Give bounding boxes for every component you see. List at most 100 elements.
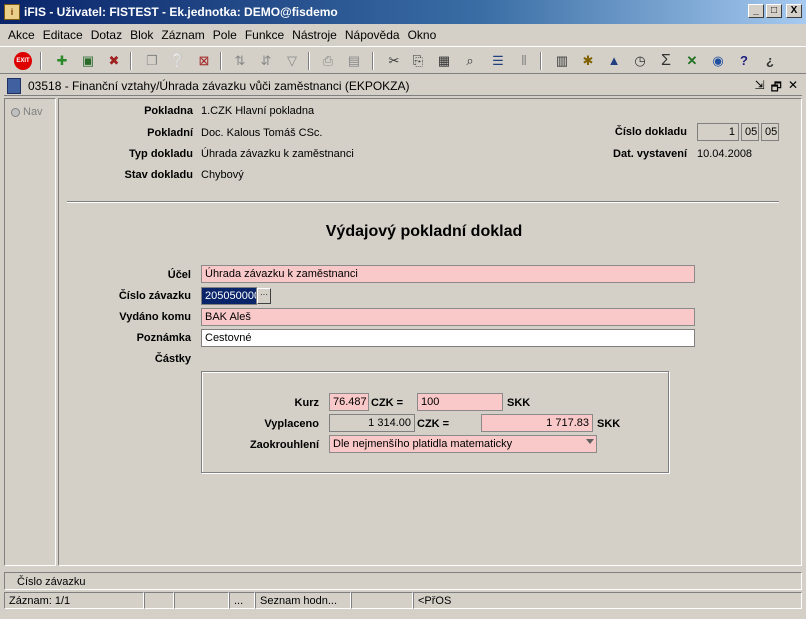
kurz-field[interactable]: 76.487: [329, 393, 369, 411]
toolbar-separator: [372, 52, 374, 70]
clock-icon[interactable]: ◷: [630, 51, 650, 71]
menu-zaznam[interactable]: Záznam: [157, 25, 208, 45]
divider: [67, 201, 779, 203]
form-restore-icon[interactable]: 🗗: [771, 78, 782, 99]
delete-record-icon[interactable]: ✖: [104, 51, 124, 71]
copy-field-icon[interactable]: ⎘: [408, 51, 428, 71]
vydano-komu-field[interactable]: BAK Aleš: [201, 308, 695, 326]
globe-icon[interactable]: ◉: [708, 51, 728, 71]
form-close-icon[interactable]: ✕: [788, 78, 798, 99]
status-dots: ...: [229, 592, 255, 609]
print-icon[interactable]: ⎙: [318, 51, 338, 71]
kurz-label: Kurz: [294, 397, 319, 409]
nav-radio[interactable]: [11, 108, 20, 117]
zaokrouhleni-label: Zaokrouhlení: [249, 439, 319, 451]
sort-asc-icon[interactable]: ⇅: [230, 51, 250, 71]
list-icon[interactable]: ☰: [488, 51, 508, 71]
sum-icon[interactable]: Σ: [656, 51, 676, 71]
sort-desc-icon[interactable]: ⇵: [256, 51, 276, 71]
status-bar: Číslo závazku Záznam: 1/1 ... Seznam hod…: [4, 570, 802, 616]
status-info-row: Záznam: 1/1 ... Seznam hodn... <PřOS: [4, 592, 802, 610]
ucel-field[interactable]: Úhrada závazku k zaměstnanci: [201, 265, 695, 283]
datum-vystaveni-label: Dat. vystavení: [613, 148, 687, 160]
cislo-dokladu-field-3[interactable]: 05: [761, 123, 779, 141]
minimize-button[interactable]: _: [748, 4, 764, 18]
menu-nastroje[interactable]: Nástroje: [288, 25, 341, 45]
datum-vystaveni-value: 10.04.2008: [697, 148, 753, 160]
menu-blok[interactable]: Blok: [126, 25, 157, 45]
menu-editace[interactable]: Editace: [39, 25, 87, 45]
maximize-button[interactable]: □: [766, 4, 782, 18]
cislo-dokladu-field-1[interactable]: 1: [697, 123, 739, 141]
menu-okno[interactable]: Okno: [404, 25, 441, 45]
list-of-values-button[interactable]: ···: [257, 288, 271, 304]
nav-label[interactable]: Nav: [23, 106, 43, 118]
insert-record-icon[interactable]: ✚: [52, 51, 72, 71]
ucel-label: Účel: [167, 269, 191, 281]
query-icon[interactable]: ❔: [168, 51, 188, 71]
calculator-icon[interactable]: ▥: [552, 51, 572, 71]
poznamka-label: Poznámka: [136, 332, 191, 344]
excel-icon[interactable]: ✕: [682, 51, 702, 71]
menu-dotaz[interactable]: Dotaz: [87, 25, 126, 45]
vyplaceno-czk-field[interactable]: 1 314.00: [329, 414, 415, 432]
find-icon[interactable]: ⌕: [460, 51, 480, 71]
help-icon[interactable]: ?: [734, 51, 754, 71]
czk-equals-label: CZK =: [371, 397, 404, 409]
filter-icon[interactable]: ▽: [282, 51, 302, 71]
form-minimize-icon[interactable]: ⇲: [755, 78, 765, 99]
menu-akce[interactable]: Akce: [4, 25, 39, 45]
window-titlebar: i iFIS - Uživatel: FISTEST - Ek.jednotka…: [0, 0, 806, 24]
dropdown-arrow-icon[interactable]: [586, 439, 594, 444]
status-mode: <PřOS: [413, 592, 802, 609]
menu-napoveda[interactable]: Nápověda: [341, 25, 404, 45]
document-heading: Výdajový pokladní doklad: [325, 223, 523, 240]
toolbar-separator: [130, 52, 132, 70]
vyplaceno-label: Vyplaceno: [264, 418, 319, 430]
window-title: iFIS - Uživatel: FISTEST - Ek.jednotka: …: [24, 5, 338, 19]
toolbar-separator: [308, 52, 310, 70]
cislo-dokladu-field-2[interactable]: 05: [741, 123, 759, 141]
castky-group-label: Částky: [154, 353, 191, 365]
menu-funkce[interactable]: Funkce: [241, 25, 288, 45]
cislo-zavazku-label: Číslo závazku: [118, 290, 191, 302]
close-button[interactable]: X: [786, 4, 802, 18]
skk-label: SKK: [507, 397, 531, 409]
menu-bar: Akce Editace Dotaz Blok Záznam Pole Funk…: [0, 25, 806, 45]
stav-dokladu-label: Stav dokladu: [124, 169, 193, 181]
window-controls: _ □ X: [748, 4, 802, 18]
exit-icon[interactable]: EXIT: [14, 52, 32, 70]
print-preview-icon[interactable]: ▤: [344, 51, 364, 71]
zaokrouhleni-select[interactable]: Dle nejmenšího platidla matematicky: [329, 435, 597, 453]
poznamka-field[interactable]: Cestovné: [201, 329, 695, 347]
toolbar-separator: [220, 52, 222, 70]
form-titlebar: 03518 - Finanční vztahy/Úhrada závazku v…: [4, 76, 802, 96]
form-title: 03518 - Finanční vztahy/Úhrada závazku v…: [28, 79, 410, 93]
form-icon: [7, 78, 21, 94]
cislo-zavazku-field[interactable]: 205050000: [201, 287, 257, 305]
warning-icon[interactable]: ▲: [604, 51, 624, 71]
vydano-komu-label: Vydáno komu: [119, 311, 191, 323]
pokladna-label: Pokladna: [144, 105, 193, 117]
menu-pole[interactable]: Pole: [209, 25, 241, 45]
form-content: Pokladna 1.CZK Hlavní pokladna Pokladní …: [58, 98, 802, 566]
context-help-icon[interactable]: ¿: [760, 51, 780, 71]
cislo-dokladu-label: Číslo dokladu: [614, 126, 687, 138]
split-icon[interactable]: ⫴: [514, 51, 534, 71]
copy-icon[interactable]: ❐: [142, 51, 162, 71]
status-hint-row: Číslo závazku: [4, 572, 802, 590]
save-record-icon[interactable]: ▣: [78, 51, 98, 71]
status-list-values: Seznam hodn...: [255, 592, 351, 609]
cancel-query-icon[interactable]: ⊠: [194, 51, 214, 71]
status-cell-empty: [174, 592, 229, 609]
pokladna-value: 1.CZK Hlavní pokladna: [201, 105, 315, 117]
pokladni-value: Doc. Kalous Tomáš CSc.: [201, 127, 323, 139]
paste-icon[interactable]: ▦: [434, 51, 454, 71]
typ-dokladu-label: Typ dokladu: [129, 148, 193, 160]
cut-icon[interactable]: ✂: [384, 51, 404, 71]
tools-icon[interactable]: ✱: [578, 51, 598, 71]
toolbar-separator: [540, 52, 542, 70]
vyplaceno-skk-field[interactable]: 1 717.83: [481, 414, 593, 432]
kurz-base-field[interactable]: 100: [417, 393, 503, 411]
typ-dokladu-value: Úhrada závazku k zaměstnanci: [201, 148, 354, 160]
